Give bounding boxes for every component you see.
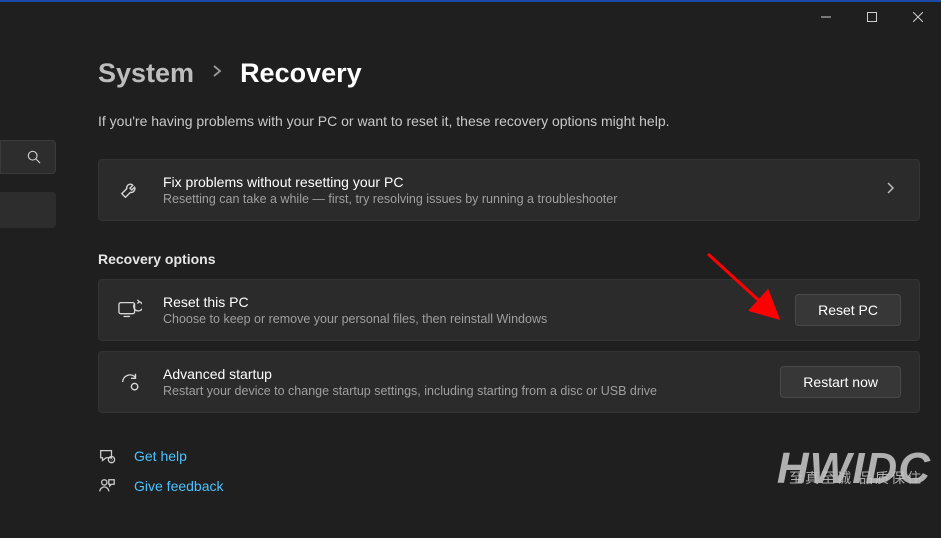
advanced-startup-card: Advanced startup Restart your device to … — [98, 351, 920, 413]
page-title: Recovery — [240, 58, 362, 89]
troubleshoot-title: Fix problems without resetting your PC — [163, 174, 861, 190]
reset-pc-title: Reset this PC — [163, 294, 775, 310]
reset-pc-icon — [117, 297, 143, 323]
sidebar-item-selected[interactable] — [0, 192, 56, 228]
reset-pc-card: Reset this PC Choose to keep or remove y… — [98, 279, 920, 341]
chevron-right-icon — [212, 64, 222, 83]
minimize-button[interactable] — [803, 2, 849, 32]
advanced-startup-icon — [117, 369, 143, 395]
search-input[interactable] — [0, 140, 56, 174]
restart-now-button[interactable]: Restart now — [780, 366, 901, 398]
give-feedback-link[interactable]: Give feedback — [98, 471, 920, 501]
help-links: ? Get help Give feedback — [98, 441, 920, 501]
advanced-startup-title: Advanced startup — [163, 366, 760, 382]
svg-text:?: ? — [110, 457, 113, 462]
get-help-label: Get help — [134, 448, 187, 464]
wrench-icon — [117, 177, 143, 203]
chevron-right-icon — [881, 181, 901, 199]
sidebar — [0, 140, 56, 228]
reset-pc-subtitle: Choose to keep or remove your personal f… — [163, 312, 775, 326]
close-button[interactable] — [895, 2, 941, 32]
breadcrumb: System Recovery — [98, 58, 920, 89]
feedback-icon — [98, 477, 118, 495]
give-feedback-label: Give feedback — [134, 478, 224, 494]
section-header-recovery: Recovery options — [98, 251, 920, 267]
get-help-link[interactable]: ? Get help — [98, 441, 920, 471]
help-icon: ? — [98, 447, 118, 465]
intro-text: If you're having problems with your PC o… — [98, 113, 920, 129]
content: System Recovery If you're having problem… — [98, 58, 920, 501]
titlebar — [803, 2, 941, 32]
troubleshoot-subtitle: Resetting can take a while — first, try … — [163, 192, 861, 206]
window-accent-bar — [0, 0, 941, 2]
advanced-startup-subtitle: Restart your device to change startup se… — [163, 384, 760, 398]
troubleshoot-card[interactable]: Fix problems without resetting your PC R… — [98, 159, 920, 221]
maximize-button[interactable] — [849, 2, 895, 32]
search-icon — [27, 150, 41, 164]
reset-pc-button[interactable]: Reset PC — [795, 294, 901, 326]
breadcrumb-parent[interactable]: System — [98, 58, 194, 89]
